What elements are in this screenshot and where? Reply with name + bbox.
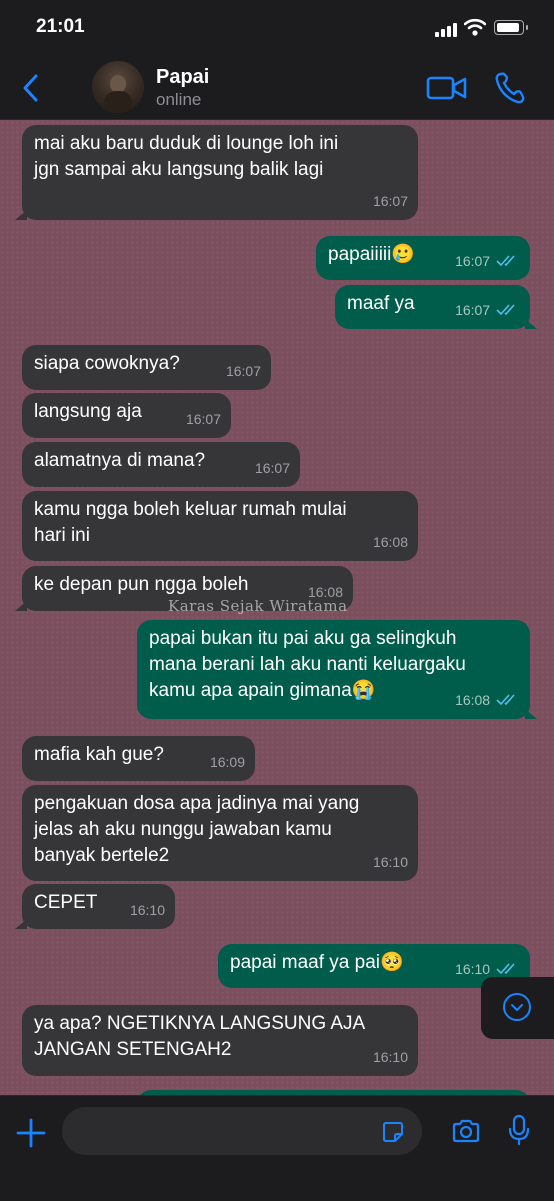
message-time: 16:10 <box>372 854 408 870</box>
message-time: 16:07 <box>455 297 520 323</box>
chevron-down-icon <box>503 993 531 1021</box>
camera-button[interactable] <box>451 1118 481 1144</box>
input-bar <box>0 1095 554 1201</box>
message-text: pengakuan dosa apa jadinya mai yang jela… <box>34 793 360 866</box>
contact-name[interactable]: Papai <box>156 66 209 89</box>
scroll-down-button[interactable] <box>481 977 554 1039</box>
message-time: 16:07 <box>185 411 221 427</box>
battery-icon <box>494 20 528 35</box>
message-input[interactable] <box>62 1107 422 1155</box>
message-text: ke depan pun ngga boleh <box>34 574 249 595</box>
message-bubble-incoming[interactable]: langsung aja 16:07 <box>22 393 231 438</box>
message-text: kamu ngga boleh keluar rumah mulai hari … <box>34 499 347 546</box>
double-check-read-icon <box>496 963 515 975</box>
message-bubble-incoming[interactable]: mai aku baru duduk di lounge loh ini jgn… <box>15 125 418 220</box>
message-text: mai aku baru duduk di lounge loh ini jgn… <box>34 133 339 180</box>
chat-area[interactable]: mai aku baru duduk di lounge loh ini jgn… <box>0 120 554 1095</box>
message-time: 16:08 <box>372 534 408 550</box>
wifi-icon <box>464 18 486 36</box>
back-button[interactable] <box>16 71 46 105</box>
message-bubble-incoming[interactable]: kamu ngga boleh keluar rumah mulai hari … <box>22 491 418 561</box>
message-bubble-outgoing[interactable]: papaiiiii🥲 16:07 <box>316 236 530 280</box>
message-time: 16:07 <box>254 460 290 476</box>
chat-header: Papai online <box>0 55 554 120</box>
sticker-button[interactable] <box>381 1120 405 1144</box>
message-time: 16:10 <box>372 1049 408 1065</box>
microphone-button[interactable] <box>508 1114 530 1146</box>
message-bubble-outgoing[interactable]: maaf ya 16:07 <box>335 285 537 329</box>
status-bar: 21:01 <box>0 0 554 55</box>
message-time: 16:07 <box>455 248 520 274</box>
message-bubble-outgoing[interactable]: papai bukan itu pai aku ga selingkuh man… <box>137 620 537 719</box>
double-check-read-icon <box>496 255 515 267</box>
contact-status: online <box>156 90 202 109</box>
voice-call-button[interactable] <box>494 71 526 105</box>
message-time: 16:08 <box>455 687 520 713</box>
double-check-read-icon <box>496 694 515 706</box>
plus-button[interactable] <box>16 1118 46 1148</box>
status-time: 21:01 <box>36 16 85 37</box>
message-time: 16:07 <box>372 193 408 209</box>
message-bubble-incoming[interactable]: alamatnya di mana? 16:07 <box>22 442 300 487</box>
message-bubble-incoming[interactable]: CEPET 16:10 <box>15 884 175 929</box>
message-bubble-incoming[interactable]: ya apa? NGETIKNYA LANGSUNG AJA JANGAN SE… <box>22 1005 418 1076</box>
message-text: ya apa? NGETIKNYA LANGSUNG AJA JANGAN SE… <box>34 1013 366 1060</box>
message-text: alamatnya di mana? <box>34 450 206 471</box>
overlay-caption: Karas Sejak Wiratama <box>168 597 348 615</box>
message-time: 16:10 <box>129 902 165 918</box>
video-call-button[interactable] <box>426 73 468 103</box>
double-check-read-icon <box>496 304 515 316</box>
message-bubble-incoming[interactable]: mafia kah gue? 16:09 <box>22 736 255 781</box>
message-bubble-incoming[interactable]: pengakuan dosa apa jadinya mai yang jela… <box>22 785 418 881</box>
avatar[interactable] <box>92 61 144 113</box>
message-time: 16:09 <box>209 754 245 770</box>
message-time: 16:07 <box>225 363 261 379</box>
message-bubble-incoming[interactable]: siapa cowoknya? 16:07 <box>22 345 271 390</box>
cellular-signal-icon <box>435 21 461 37</box>
